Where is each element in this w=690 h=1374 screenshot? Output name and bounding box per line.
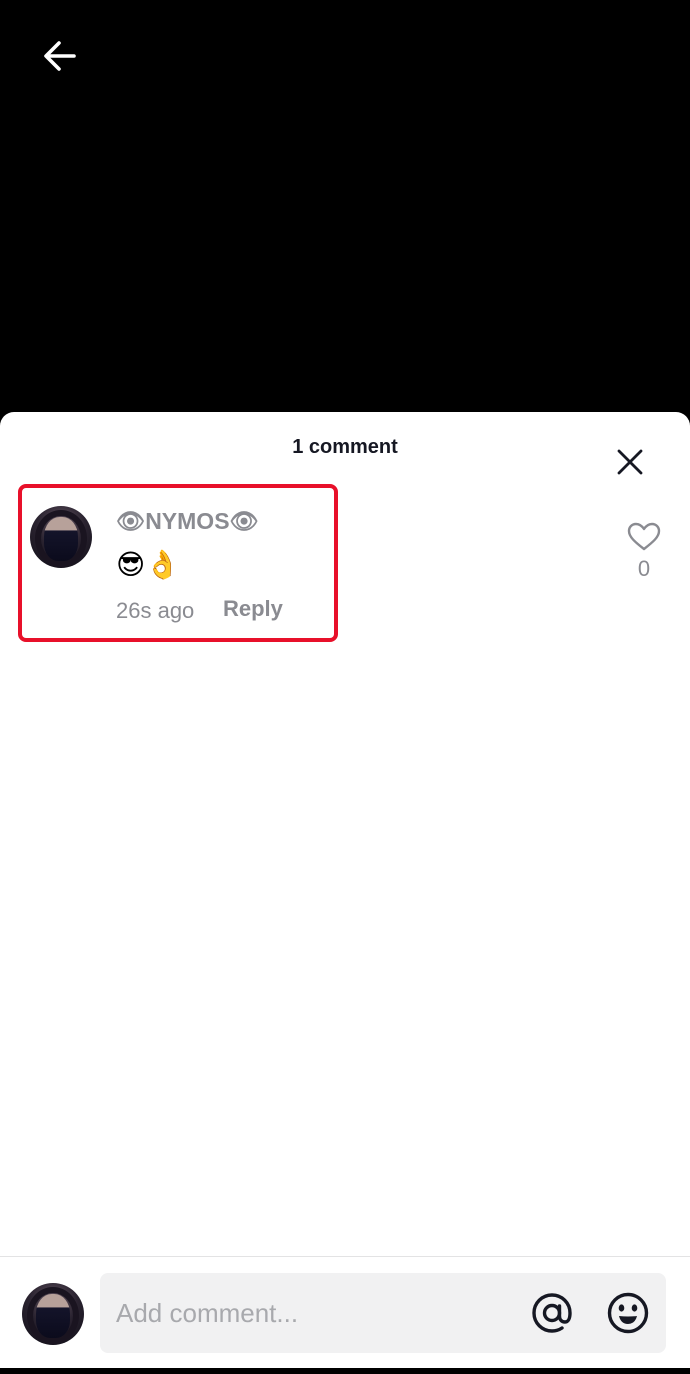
- close-button[interactable]: [608, 440, 652, 484]
- reply-button[interactable]: Reply: [223, 596, 283, 622]
- comments-screen: 1 comment 👁NYMOS👁 😎👌 26s ago Reply 0: [0, 0, 690, 1374]
- comment-input-box[interactable]: [100, 1273, 666, 1353]
- bottom-strip: [0, 1368, 690, 1374]
- close-icon: [617, 449, 643, 475]
- comment-input[interactable]: [116, 1273, 516, 1353]
- comment-composer: [0, 1256, 690, 1369]
- comments-sheet: 1 comment 👁NYMOS👁 😎👌 26s ago Reply 0: [0, 412, 690, 1374]
- heart-outline-icon: [627, 522, 661, 551]
- mention-button[interactable]: [528, 1289, 576, 1337]
- my-avatar: [22, 1283, 84, 1345]
- like-count: 0: [637, 556, 651, 581]
- commenter-avatar[interactable]: [30, 506, 92, 568]
- like-button[interactable]: [622, 520, 666, 554]
- emoji-button[interactable]: [604, 1289, 652, 1337]
- comment-item[interactable]: 👁NYMOS👁 😎👌 26s ago Reply 0: [0, 484, 690, 644]
- at-sign-icon: [532, 1293, 572, 1333]
- back-button[interactable]: [36, 32, 84, 80]
- arrow-left-icon: [44, 41, 76, 71]
- emoji-icon: [607, 1292, 649, 1334]
- comments-count-title: 1 comment: [292, 436, 398, 458]
- comment-timestamp: 26s ago: [116, 598, 195, 623]
- commenter-username[interactable]: 👁NYMOS👁: [116, 508, 259, 535]
- comment-text: 😎👌: [116, 549, 181, 580]
